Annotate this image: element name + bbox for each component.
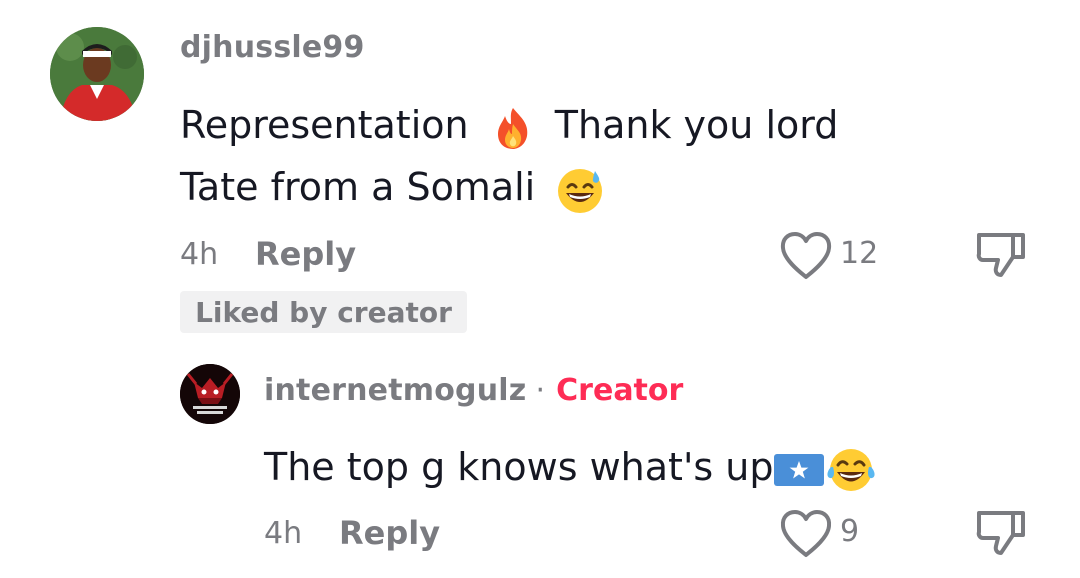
- comment-text-part2: Thank you lord: [554, 103, 839, 147]
- comment-text-part1: Representation: [180, 103, 469, 147]
- comment-reply-button[interactable]: Reply: [255, 235, 356, 273]
- reply-header: internetmogulz · Creator: [264, 373, 683, 408]
- reply-time: 4h: [264, 516, 303, 551]
- reply-text-content: The top g knows what's up: [264, 445, 774, 489]
- mogulz-logo-icon: [180, 364, 240, 424]
- heart-outline-icon: [780, 510, 832, 557]
- comment-text: Representation Thank you lord: [180, 94, 838, 156]
- reply-reply-button[interactable]: Reply: [339, 514, 440, 552]
- reply-like-button[interactable]: [778, 508, 834, 560]
- comment-time: 4h: [180, 237, 219, 272]
- reply-like-count: 9: [840, 514, 860, 549]
- comment-like-count: 12: [840, 236, 879, 271]
- heart-outline-icon: [780, 232, 832, 279]
- comment-text-part3: Tate from a Somali: [180, 165, 536, 209]
- avatar[interactable]: [50, 27, 144, 121]
- reply-dislike-button[interactable]: [975, 509, 1027, 557]
- tears-of-joy-emoji-icon: [825, 445, 877, 495]
- reply-avatar[interactable]: [180, 364, 240, 424]
- sweat-smile-emoji-icon: [555, 165, 605, 215]
- comment-text-line2: Tate from a Somali: [180, 156, 605, 218]
- reply-username[interactable]: internetmogulz: [264, 373, 526, 408]
- fire-emoji-icon: [493, 106, 533, 150]
- thumbs-down-icon: [976, 511, 1025, 555]
- comment-username[interactable]: djhussle99: [180, 30, 365, 65]
- comment-dislike-button[interactable]: [975, 231, 1027, 279]
- separator-dot: ·: [535, 373, 546, 408]
- liked-by-creator-badge: Liked by creator: [180, 291, 467, 333]
- avatar-photo: [50, 27, 144, 121]
- creator-badge: Creator: [556, 373, 684, 408]
- thumbs-down-icon: [976, 233, 1025, 277]
- reply-text: The top g knows what's up: [264, 436, 877, 498]
- comment-like-button[interactable]: [778, 230, 834, 282]
- somalia-flag-emoji-icon: [773, 451, 825, 489]
